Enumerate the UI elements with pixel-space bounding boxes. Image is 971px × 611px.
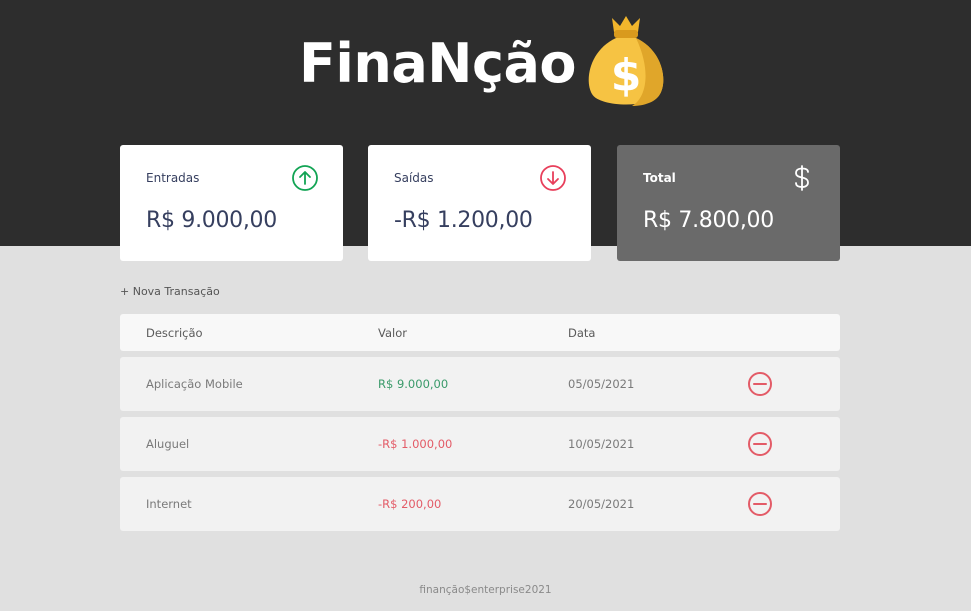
- table-row: Internet -R$ 200,00 20/05/2021: [120, 477, 840, 531]
- row-value: R$ 9.000,00: [378, 377, 449, 391]
- header-value: Valor: [378, 325, 407, 340]
- arrow-down-circle-icon: [540, 165, 566, 191]
- row-date: 20/05/2021: [568, 497, 635, 511]
- row-description: Internet: [146, 497, 192, 511]
- transactions-table: Descrição Valor Data Aplicação Mobile R$…: [120, 314, 840, 531]
- total-card: Total R$ 7.800,00: [617, 145, 840, 261]
- income-amount: R$ 9.000,00: [146, 208, 277, 233]
- row-date: 10/05/2021: [568, 437, 635, 451]
- arrow-up-circle-icon: [292, 165, 318, 191]
- income-card: Entradas R$ 9.000,00: [120, 145, 343, 261]
- header-date: Data: [568, 325, 596, 340]
- table-row: Aplicação Mobile R$ 9.000,00 05/05/2021: [120, 357, 840, 411]
- row-value: -R$ 1.000,00: [378, 437, 453, 451]
- svg-text:$: $: [611, 50, 642, 101]
- row-description: Aplicação Mobile: [146, 377, 243, 391]
- money-bag-icon: $: [588, 16, 664, 106]
- expense-card: Saídas -R$ 1.200,00: [368, 145, 591, 261]
- remove-icon[interactable]: [747, 371, 773, 397]
- table-header: Descrição Valor Data: [120, 314, 840, 351]
- row-value: -R$ 200,00: [378, 497, 442, 511]
- remove-icon[interactable]: [747, 431, 773, 457]
- table-row: Aluguel -R$ 1.000,00 10/05/2021: [120, 417, 840, 471]
- remove-icon[interactable]: [747, 491, 773, 517]
- logo-text: FinaNção: [298, 31, 577, 95]
- new-transaction-button[interactable]: + Nova Transação: [120, 285, 220, 298]
- dollar-icon: [795, 165, 809, 191]
- footer-text: finanção$enterprise2021: [419, 584, 552, 596]
- header-description: Descrição: [146, 325, 203, 340]
- row-description: Aluguel: [146, 437, 190, 451]
- logo: FinaNção $: [0, 10, 971, 110]
- row-date: 05/05/2021: [568, 377, 635, 391]
- total-amount: R$ 7.800,00: [643, 208, 774, 233]
- expense-amount: -R$ 1.200,00: [394, 208, 533, 233]
